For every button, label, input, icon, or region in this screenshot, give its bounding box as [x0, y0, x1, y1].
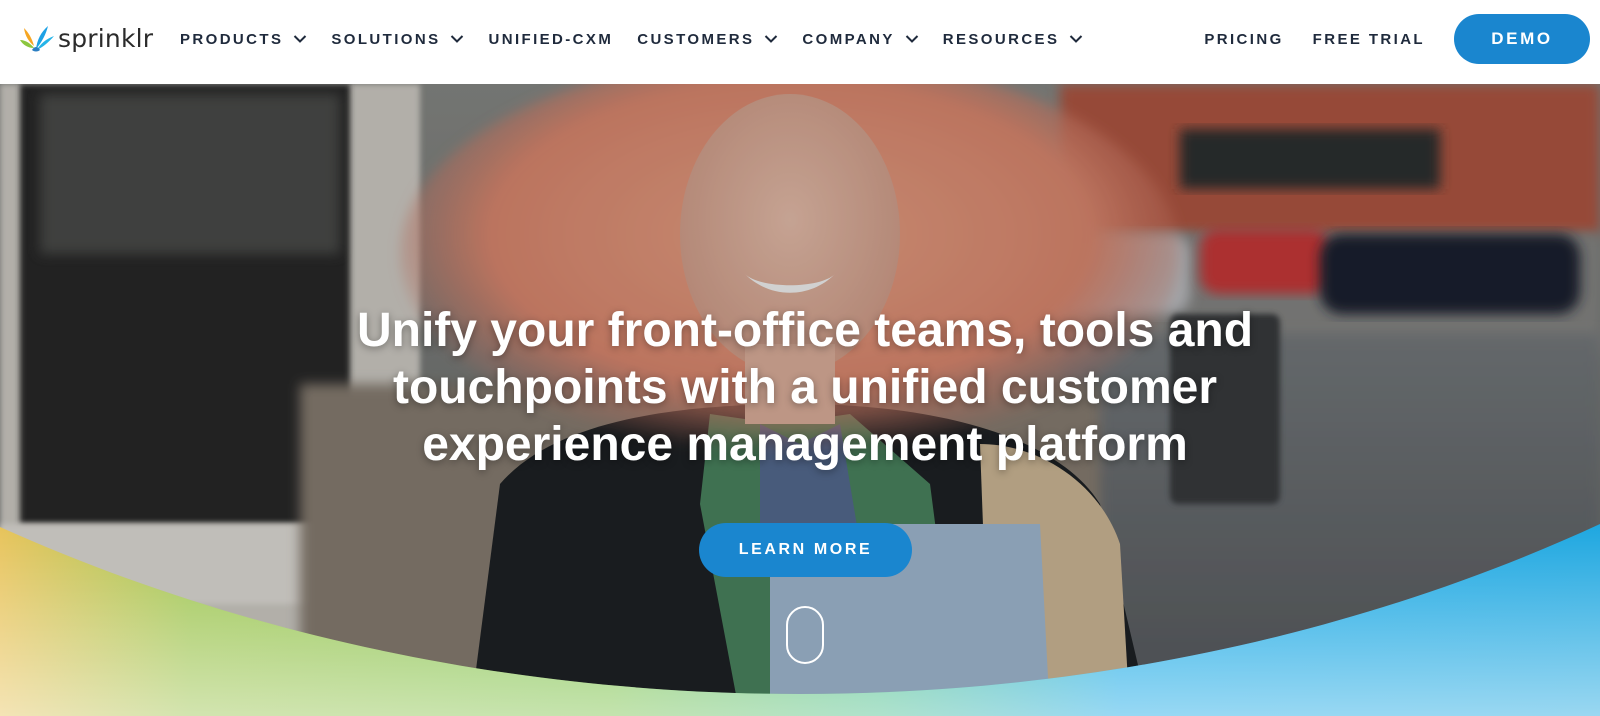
chevron-down-icon	[451, 35, 464, 43]
headline-line: touchpoints with a unified customer	[392, 361, 1217, 414]
nav-item-label: SOLUTIONS	[331, 30, 441, 48]
nav-item-label: UNIFIED-CXM	[488, 30, 614, 48]
nav-item-unified-cxm[interactable]: UNIFIED-CXM	[488, 0, 613, 78]
main-menu: PRODUCTS SOLUTIONS UNIFIED-CXM CUSTOMERS…	[180, 0, 1107, 78]
mouse-scroll-icon[interactable]	[786, 606, 824, 664]
nav-item-label: COMPANY	[802, 30, 895, 48]
nav-item-company[interactable]: COMPANY	[802, 0, 918, 78]
headline-line: Unify your front-office teams, tools and	[356, 304, 1254, 357]
pricing-link[interactable]: PRICING	[1204, 31, 1283, 48]
top-navigation: sprinklr PRODUCTS SOLUTIONS UNIFIED-CXM …	[0, 0, 1600, 84]
chevron-down-icon	[765, 35, 778, 43]
sprinklr-splash-icon	[20, 26, 54, 52]
nav-actions: PRICING FREE TRIAL DEMO	[1204, 0, 1590, 78]
demo-button[interactable]: DEMO	[1454, 14, 1590, 64]
nav-item-label: CUSTOMERS	[637, 30, 755, 48]
headline-line: experience management platform	[422, 418, 1188, 471]
nav-item-label: PRODUCTS	[180, 30, 284, 48]
nav-item-label: RESOURCES	[942, 30, 1060, 48]
free-trial-link[interactable]: FREE TRIAL	[1313, 31, 1425, 48]
chevron-down-icon	[905, 35, 918, 43]
sprinklr-logo[interactable]: sprinklr	[18, 22, 153, 54]
learn-more-button[interactable]: LEARN MORE	[699, 523, 912, 577]
hero-section: Unify your front-office teams, tools and…	[0, 84, 1600, 716]
brand-name: sprinklr	[58, 23, 154, 53]
chevron-down-icon	[294, 35, 307, 43]
nav-item-customers[interactable]: CUSTOMERS	[637, 0, 778, 78]
nav-item-products[interactable]: PRODUCTS	[180, 0, 307, 78]
chevron-down-icon	[1070, 35, 1083, 43]
nav-item-resources[interactable]: RESOURCES	[943, 0, 1084, 78]
hero-headline: Unify your front-office teams, tools and…	[300, 302, 1310, 473]
nav-item-solutions[interactable]: SOLUTIONS	[331, 0, 464, 78]
